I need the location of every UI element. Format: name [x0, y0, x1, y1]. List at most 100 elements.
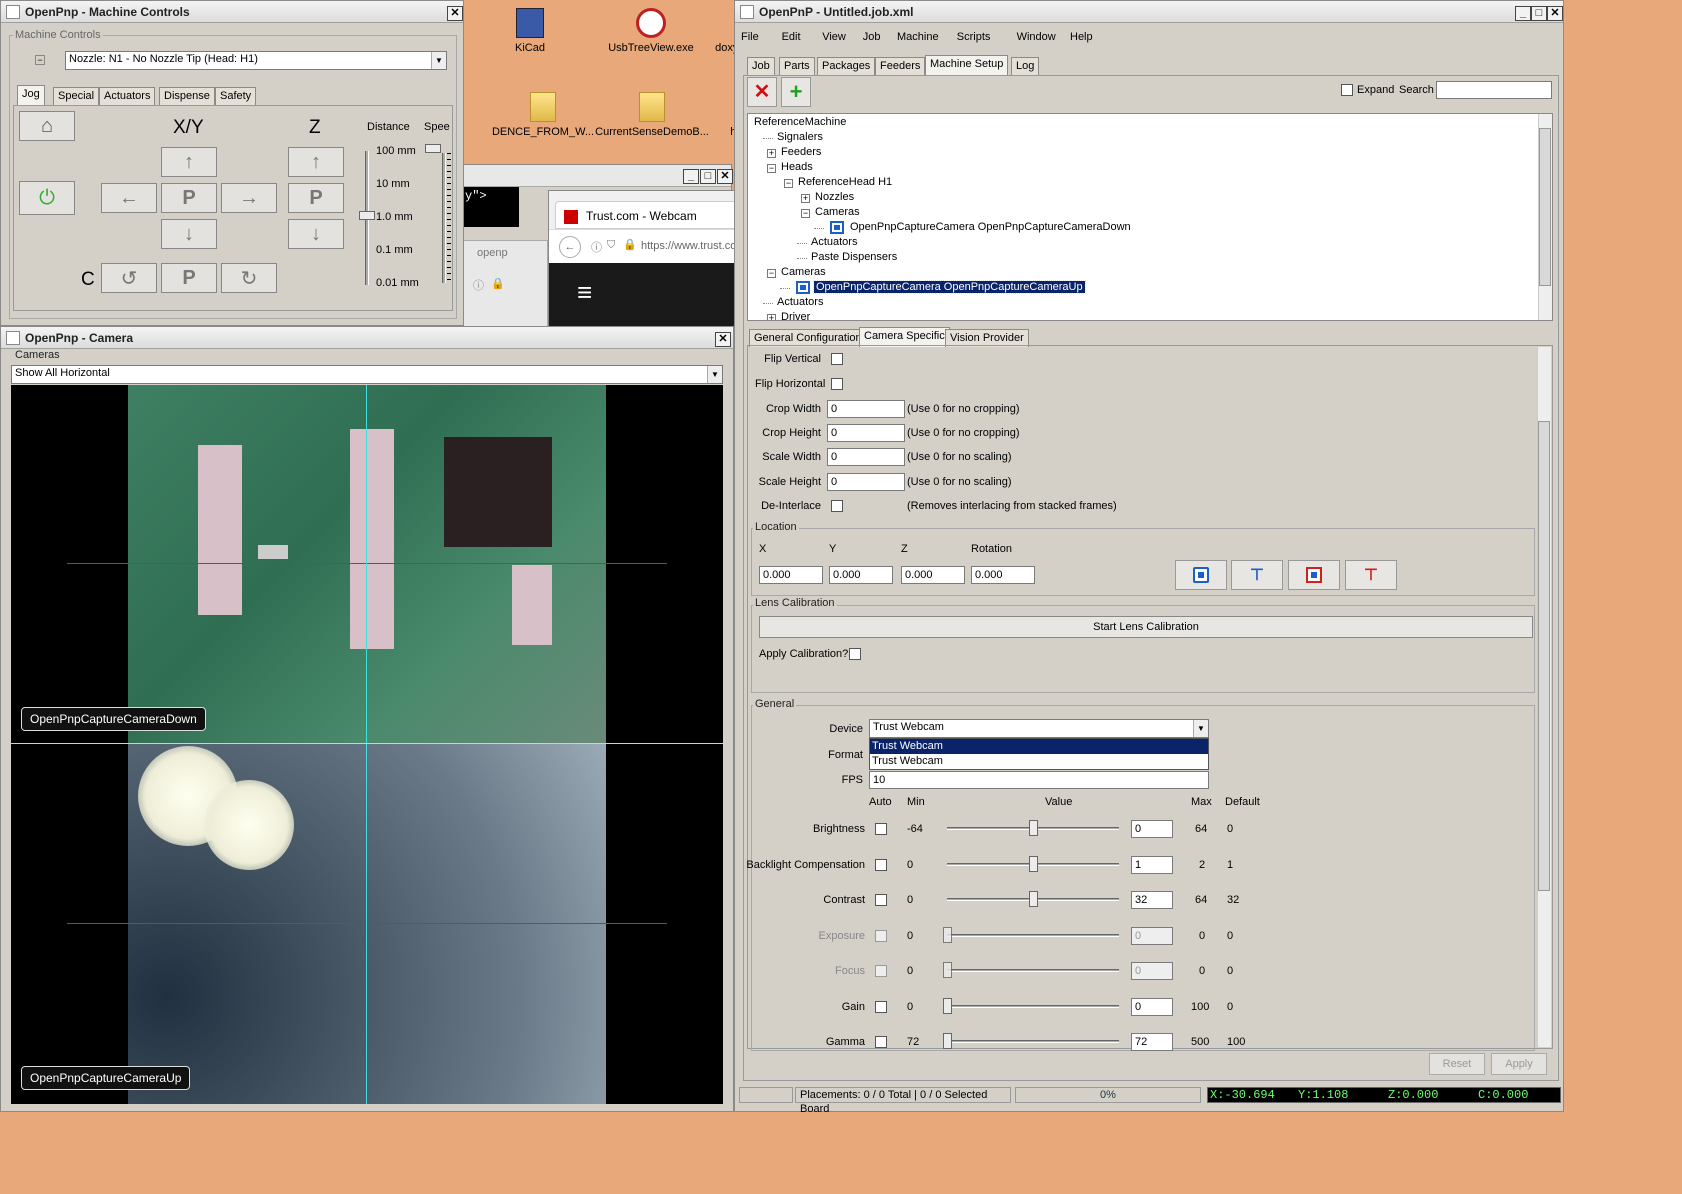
camera-view-select[interactable]: Show All Horizontal ▼	[11, 365, 723, 384]
start-lens-calibration-button[interactable]: Start Lens Calibration	[759, 616, 1533, 638]
speed-slider-track[interactable]	[442, 153, 446, 283]
tree-node[interactable]: ReferenceHead H1	[796, 176, 894, 188]
expand-checkbox[interactable]	[1341, 84, 1353, 96]
maximize-button[interactable]: □	[700, 169, 716, 184]
flip-vertical-checkbox[interactable]	[831, 353, 843, 365]
collapse-toggle-icon[interactable]: −	[767, 164, 776, 173]
menu-file[interactable]: File	[741, 31, 759, 43]
location-z-input[interactable]	[901, 566, 965, 584]
desktop-icon-kicad[interactable]: KiCad	[510, 8, 550, 54]
deinterlace-checkbox[interactable]	[831, 500, 843, 512]
location-y-input[interactable]	[829, 566, 893, 584]
desktop-icon-folder-evidence[interactable]: DENCE_FROM_W...	[488, 92, 598, 138]
collapse-toggle-icon[interactable]: −	[784, 179, 793, 188]
hamburger-menu-icon[interactable]: ≡	[577, 277, 592, 308]
scale-width-input[interactable]	[827, 448, 905, 466]
menu-window[interactable]: Window	[1017, 31, 1056, 43]
tree-node[interactable]: Feeders	[779, 146, 823, 158]
collapse-toggle-icon[interactable]: −	[767, 269, 776, 278]
gamma-value-input[interactable]	[1131, 1033, 1173, 1051]
menu-view[interactable]: View	[822, 31, 846, 43]
tab-jog[interactable]: Jog	[17, 85, 45, 105]
collapse-toggle[interactable]: −	[35, 55, 45, 65]
chevron-down-icon[interactable]: ▼	[431, 52, 446, 69]
park-z-button[interactable]: P	[288, 183, 344, 213]
park-xy-button[interactable]: P	[161, 183, 217, 213]
tab-machine-setup[interactable]: Machine Setup	[925, 55, 1009, 75]
park-c-button[interactable]: P	[161, 263, 217, 293]
move-camera-to-location-button[interactable]	[1288, 560, 1340, 590]
device-option[interactable]: Trust Webcam	[870, 754, 1208, 769]
rotate-ccw-button[interactable]: ↺	[101, 263, 157, 293]
main-titlebar[interactable]: OpenPnP - Untitled.job.xml	[735, 1, 1563, 23]
backlight-compensation-auto-checkbox[interactable]	[875, 858, 887, 871]
delete-button[interactable]: ✕	[747, 77, 777, 107]
expand-toggle-icon[interactable]: +	[767, 149, 776, 158]
dro-display[interactable]: X:-30.694 Y:1.108 Z:0.000 C:0.000	[1207, 1087, 1561, 1103]
exposure-value-input[interactable]	[1131, 926, 1173, 945]
expand-toggle-icon[interactable]: +	[767, 314, 776, 320]
maximize-button[interactable]: □	[1531, 6, 1547, 21]
capture-camera-location-button[interactable]	[1175, 560, 1227, 590]
location-x-input[interactable]	[759, 566, 823, 584]
tree-node[interactable]: OpenPnpCaptureCamera OpenPnpCaptureCamer…	[848, 221, 1133, 233]
tab-log[interactable]: Log	[1011, 57, 1040, 75]
gain-slider-track[interactable]	[947, 1004, 1119, 1008]
tab-actuators[interactable]: Actuators	[99, 87, 156, 105]
tree-node-selected[interactable]: OpenPnpCaptureCamera OpenPnpCaptureCamer…	[813, 280, 1086, 294]
tree-node[interactable]: Signalers	[775, 131, 825, 143]
nozzle-select[interactable]: Nozzle: N1 - No Nozzle Tip (Head: H1) ▼	[65, 51, 447, 70]
shield-icon[interactable]: ⛉	[607, 239, 615, 252]
desktop-icon-usbtreeview[interactable]: UsbTreeView.exe	[606, 8, 696, 54]
menu-edit[interactable]: Edit	[782, 31, 801, 43]
tab-camera-specific[interactable]: Camera Specific	[859, 327, 950, 347]
camera-feed-up[interactable]: OpenPnpCaptureCameraUp	[11, 744, 723, 1104]
power-button[interactable]: ⏻	[19, 181, 75, 215]
home-button[interactable]: ⌂	[19, 111, 75, 141]
tree-node[interactable]: Actuators	[775, 296, 825, 308]
camera-titlebar[interactable]: OpenPnp - Camera	[1, 327, 733, 349]
capture-tool-location-button[interactable]: ⊤	[1231, 560, 1283, 590]
flip-horizontal-checkbox[interactable]	[831, 378, 843, 390]
tree-node[interactable]: Actuators	[809, 236, 859, 248]
backlight-compensation-value-input[interactable]	[1131, 855, 1173, 874]
contrast-auto-checkbox[interactable]	[875, 894, 887, 906]
location-rotation-input[interactable]	[971, 566, 1035, 584]
menu-job[interactable]: Job	[863, 31, 881, 43]
tab-parts[interactable]: Parts	[779, 57, 815, 75]
gain-value-input[interactable]	[1131, 997, 1173, 1016]
contrast-slider-thumb[interactable]	[1029, 891, 1038, 907]
reset-button[interactable]: Reset	[1429, 1053, 1485, 1075]
close-button[interactable]: ✕	[717, 169, 733, 184]
focus-value-input[interactable]	[1131, 962, 1173, 980]
close-button[interactable]: ✕	[715, 332, 731, 347]
camera-feed-down[interactable]: OpenPnpCaptureCameraDown	[11, 385, 723, 743]
move-tool-to-location-button[interactable]: ⊤	[1345, 560, 1397, 590]
apply-button[interactable]: Apply	[1491, 1053, 1547, 1075]
tab-packages[interactable]: Packages	[817, 57, 876, 75]
back-arrow-icon[interactable]: ←	[559, 236, 581, 258]
focus-auto-checkbox[interactable]	[875, 965, 887, 977]
jog-y-minus-button[interactable]: ↓	[161, 219, 217, 249]
menu-help[interactable]: Help	[1070, 31, 1093, 43]
scale-height-input[interactable]	[827, 473, 905, 491]
tree-node[interactable]: Driver	[779, 311, 812, 320]
info-icon[interactable]: ⓘ	[591, 239, 602, 255]
focus-slider-thumb[interactable]	[943, 962, 952, 978]
add-button[interactable]: +	[781, 77, 811, 107]
jog-x-minus-button[interactable]: ←	[101, 183, 157, 213]
brightness-auto-checkbox[interactable]	[875, 823, 887, 835]
speed-slider-thumb[interactable]	[425, 144, 441, 154]
tab-dispense[interactable]: Dispense	[159, 87, 215, 105]
apply-calibration-checkbox[interactable]	[849, 648, 861, 660]
jog-z-minus-button[interactable]: ↓	[288, 219, 344, 249]
config-scroll-thumb[interactable]	[1538, 421, 1550, 891]
tree-node[interactable]: Paste Dispensers	[809, 251, 899, 263]
crop-width-input[interactable]	[827, 400, 905, 418]
menu-machine[interactable]: Machine	[897, 31, 939, 43]
minimize-button[interactable]: _	[683, 169, 699, 184]
tree-node[interactable]: Nozzles	[813, 191, 856, 203]
minimize-button[interactable]: _	[1515, 6, 1531, 21]
fps-input[interactable]	[869, 771, 1209, 789]
tree-node[interactable]: Cameras	[813, 206, 862, 218]
